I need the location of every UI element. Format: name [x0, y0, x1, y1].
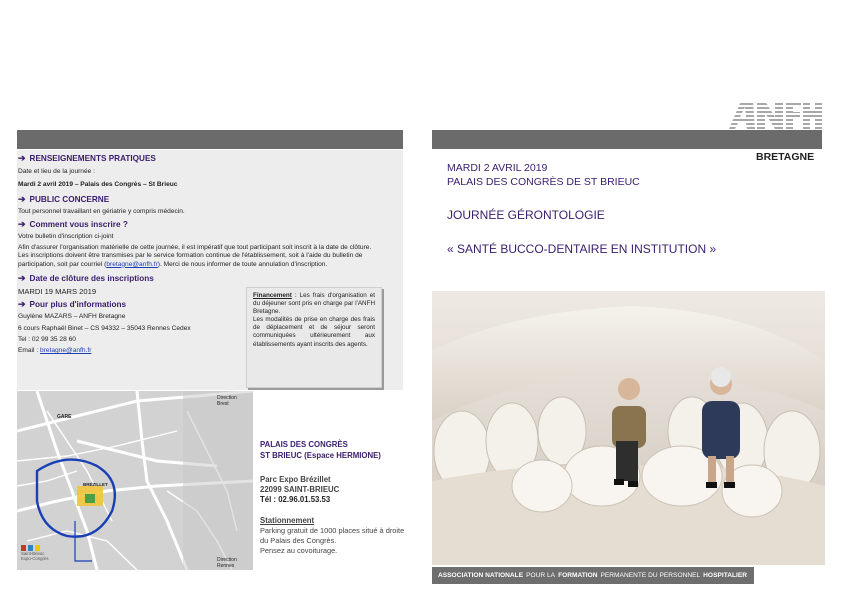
arrow-right-icon: ➔ — [18, 218, 26, 229]
public-heading: ➔ PUBLIC CONCERNE — [18, 193, 110, 204]
venue-address-2: 22099 SAINT-BRIEUC — [260, 485, 340, 494]
financement-text: Financement : Les frais d'organisation e… — [253, 292, 375, 348]
region-label: BRETAGNE — [756, 151, 815, 163]
anfh-logo — [727, 99, 823, 134]
map-label-brezillet: BRÉZILLET — [83, 482, 108, 487]
venue-info: PALAIS DES CONGRÈS ST BRIEUC (Espace HER… — [260, 440, 405, 556]
date-lieu-value: Mardi 2 avril 2019 – Palais des Congrès … — [18, 181, 178, 189]
arrow-right-icon: ➔ — [18, 193, 26, 204]
right-header-bar — [432, 130, 822, 149]
inscrire-email-link[interactable]: bretagne@anfh.fr — [106, 261, 157, 268]
photo-teeth-figurines — [432, 291, 825, 565]
map-label-rennes: Direction Rennes — [217, 557, 237, 569]
contact-email-link[interactable]: bretagne@anfh.fr — [40, 347, 91, 354]
map-label-gare: GARE — [57, 414, 72, 420]
expo-logo: Saint-Brieuc Expo-Congrès — [21, 545, 49, 561]
left-header-bar — [17, 130, 403, 149]
venue-title-line1: PALAIS DES CONGRÈS — [260, 440, 348, 449]
dental-photo — [432, 291, 825, 565]
covoiturage-text: Pensez au covoiturage. — [260, 546, 338, 555]
date-lieu-label: Date et lieu de la journée : — [18, 168, 95, 175]
inscrire-paragraph: Afin d'assurer l'organisation matérielle… — [18, 244, 372, 268]
arrow-right-icon: ➔ — [18, 153, 26, 163]
info-heading: ➔ RENSEIGNEMENTS PRATIQUES — [18, 153, 156, 163]
venue-address-1: Parc Expo Brézillet — [260, 475, 331, 484]
inscrire-text: Votre bulletin d'inscription ci-joint — [18, 232, 114, 240]
map-label-brest: Direction Brest — [217, 395, 237, 407]
arrow-right-icon: ➔ — [18, 299, 26, 310]
map-drawing — [17, 391, 253, 570]
venue-tel: Tél : 02.96.01.53.53 — [260, 495, 331, 504]
arrow-right-icon: ➔ — [18, 273, 26, 284]
event-place: PALAIS DES CONGRÈS DE ST BRIEUC — [447, 176, 640, 188]
venue-title-line2: ST BRIEUC (Espace HERMIONE) — [260, 451, 381, 460]
financement-box: Financement : Les frais d'organisation e… — [246, 287, 382, 388]
public-text: Tout personnel travaillant en gériatrie … — [18, 207, 185, 215]
event-theme: « SANTÉ BUCCO-DENTAIRE EN INSTITUTION » — [447, 242, 717, 256]
event-title: JOURNÉE GÉRONTOLOGIE — [447, 208, 605, 222]
cloture-heading: ➔ Date de clôture des inscriptions — [18, 273, 154, 284]
location-map: GARE Direction Brest Direction Rennes BR… — [17, 391, 253, 570]
parking-label: Stationnement — [260, 516, 315, 525]
footer-bar: ASSOCIATION NATIONALE POUR LA FORMATION … — [432, 567, 754, 584]
inscrire-heading: ➔ Comment vous inscrire ? — [18, 218, 128, 229]
parking-text: Parking gratuit de 1000 places situé à d… — [260, 526, 405, 545]
event-date: MARDI 2 AVRIL 2019 — [447, 162, 548, 174]
anfh-logo-graphic — [729, 101, 822, 129]
